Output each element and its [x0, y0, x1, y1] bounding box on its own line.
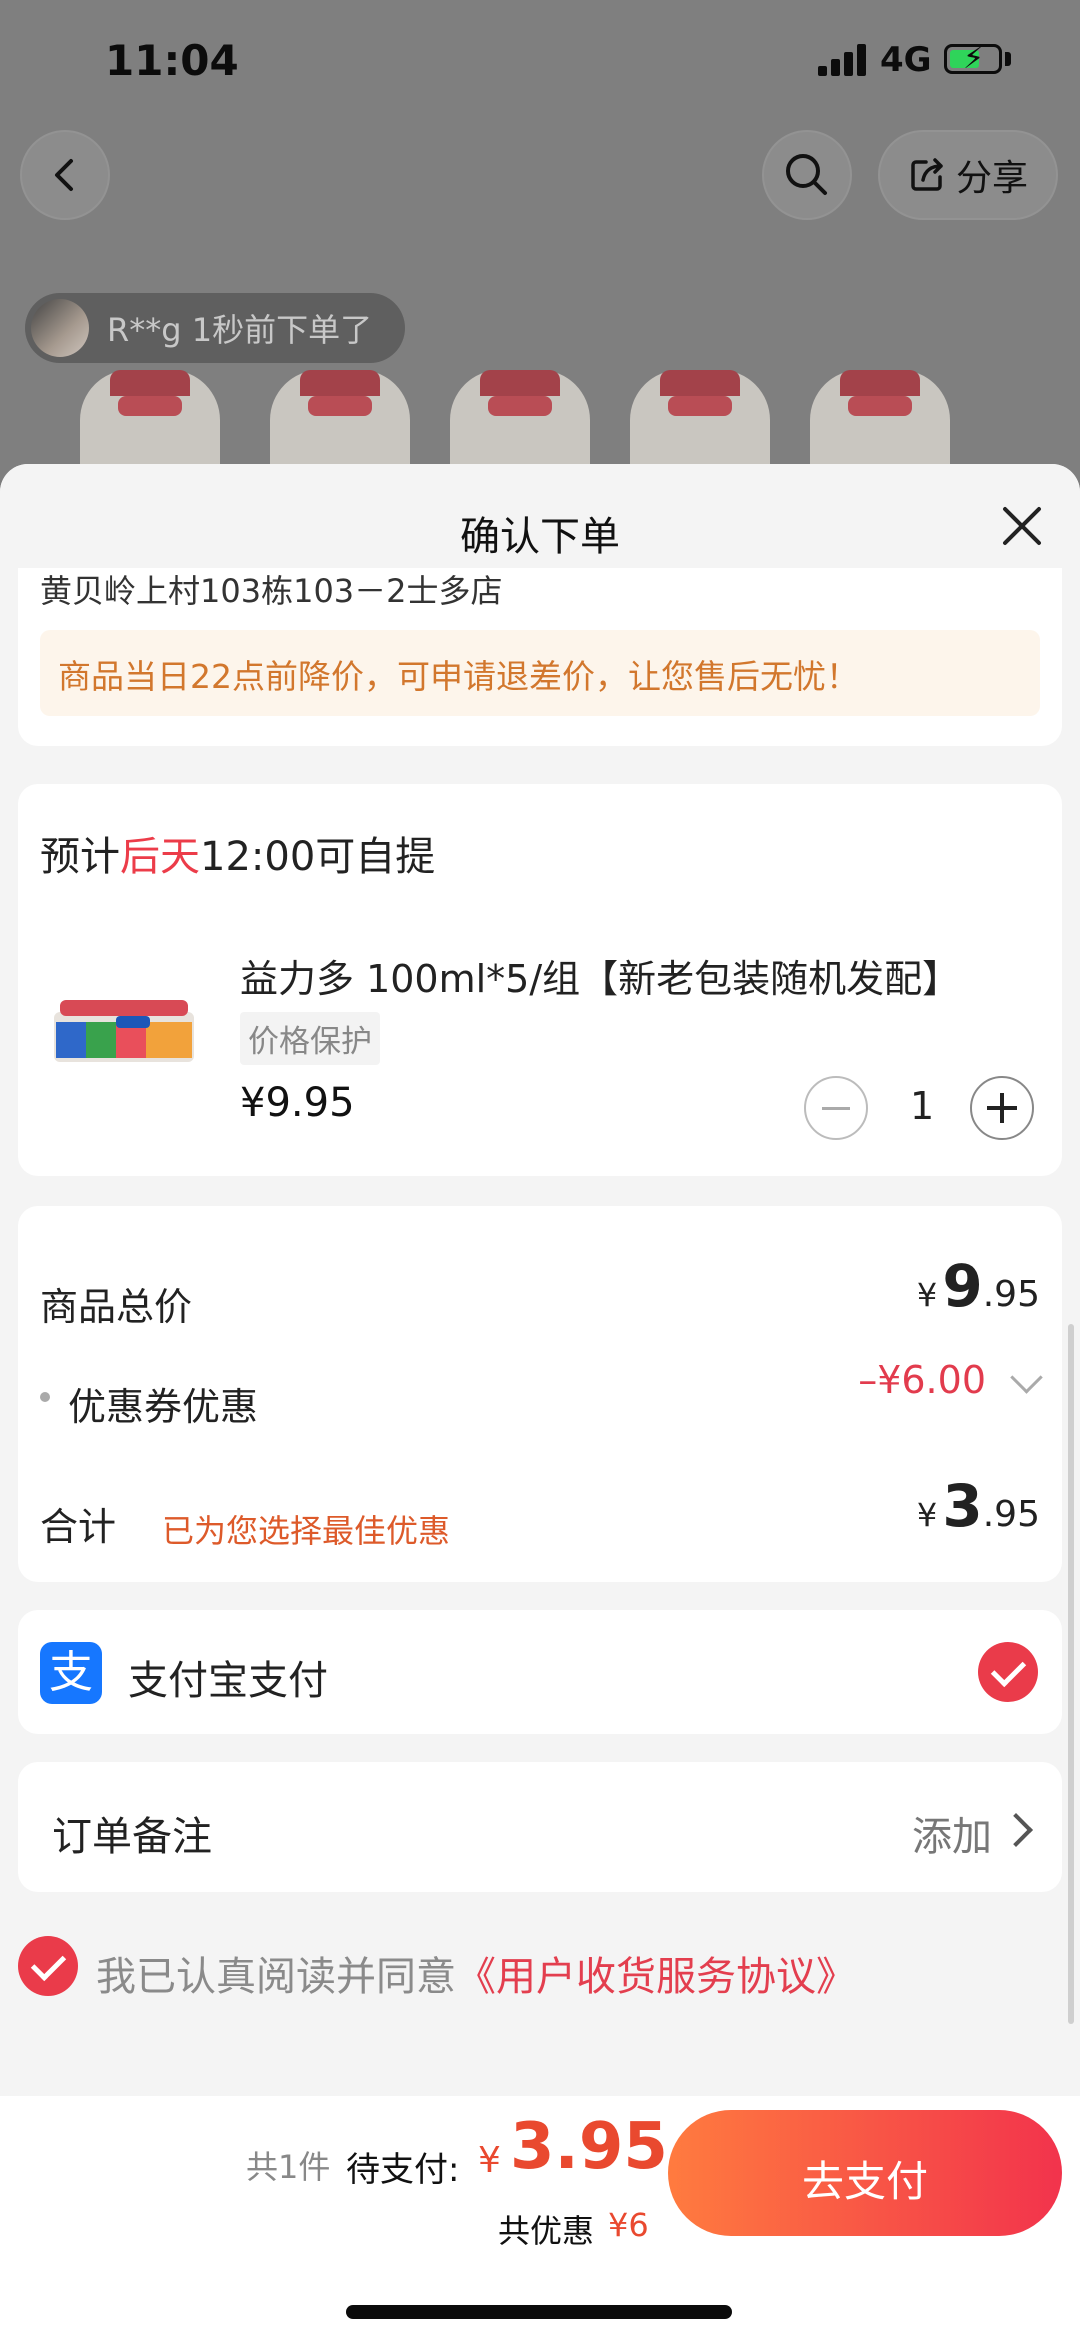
payment-label: 支付宝支付 — [128, 1658, 328, 1704]
share-icon — [911, 158, 943, 191]
status-time: 11:04 — [105, 36, 239, 85]
notice-text: 商品当日22点前降价，可申请退差价，让您售后无忧！ — [58, 657, 859, 696]
chevron-down-icon[interactable] — [1010, 1361, 1043, 1394]
home-indicator[interactable] — [346, 2305, 732, 2319]
agreement-checkbox[interactable] — [18, 1936, 78, 1996]
subtotal-label: 商品总价 — [40, 1285, 193, 1329]
background-product-page: 11:04 4G ⚡ 分享 R**g 1秒前下单了 — [0, 0, 1080, 480]
item-count: 共1件 — [246, 2148, 331, 2186]
total-saved-amount: ¥6 — [608, 2206, 649, 2244]
order-item-card: 预计后天12:00可自提 益力多 100ml*5/组【新老包装随机发配】 价格保… — [18, 784, 1062, 1176]
total-value: ¥ 3.95 — [916, 1472, 1040, 1540]
alipay-icon: 支 — [40, 1642, 102, 1704]
back-icon — [55, 159, 73, 191]
coupon-value[interactable]: –¥6.00 — [858, 1358, 986, 1402]
product-thumbnail — [54, 1000, 194, 1062]
confirm-order-sheet: 确认下单 黄贝岭上村103栋103－2士多店 商品当日22点前降价，可申请退差价… — [0, 464, 1080, 2337]
pickup-address: 黄贝岭上村103栋103－2士多店 — [40, 572, 503, 610]
quantity-increase-button[interactable] — [970, 1076, 1034, 1140]
order-remark-row[interactable]: 订单备注 添加 — [18, 1762, 1062, 1892]
pickup-time: 预计后天12:00可自提 — [40, 834, 436, 880]
network-label: 4G — [880, 40, 932, 80]
avatar — [31, 299, 89, 357]
payment-method-alipay[interactable]: 支 支付宝支付 — [18, 1610, 1062, 1734]
pay-button[interactable]: 去支付 — [668, 2110, 1062, 2236]
agreement-link[interactable]: 《用户收货服务协议》 — [456, 1954, 856, 2000]
product-price: ¥9.95 — [240, 1080, 355, 1126]
share-label: 分享 — [955, 158, 1028, 199]
share-button[interactable]: 分享 — [878, 130, 1058, 220]
selected-check-icon[interactable] — [978, 1642, 1038, 1702]
signal-icon — [818, 44, 870, 76]
amount-due-currency: ¥ — [478, 2140, 501, 2181]
back-button[interactable] — [20, 130, 110, 220]
close-icon[interactable] — [994, 498, 1050, 554]
price-protection-notice: 商品当日22点前降价，可申请退差价，让您售后无忧！ — [40, 630, 1040, 716]
best-discount-note: 已为您选择最佳优惠 — [162, 1512, 451, 1550]
coupon-label: 优惠券优惠 — [68, 1385, 259, 1429]
status-bar: 11:04 4G ⚡ — [0, 0, 1080, 120]
chevron-right-icon — [999, 1813, 1033, 1847]
search-icon — [786, 154, 827, 195]
agreement-text: 我已认真阅读并同意《用户收货服务协议》 — [96, 1954, 856, 2000]
total-saved-label: 共优惠 — [498, 2212, 595, 2250]
product-name[interactable]: 益力多 100ml*5/组【新老包装随机发配】 — [240, 948, 960, 1003]
product-image — [0, 350, 1080, 480]
battery-icon: ⚡ — [944, 41, 1002, 76]
sheet-title: 确认下单 — [460, 514, 620, 560]
sheet-header: 确认下单 — [0, 464, 1080, 568]
price-summary-card: 商品总价 ¥ 9.95 优惠券优惠 –¥6.00 合计 已为您选择最佳优惠 ¥ … — [18, 1206, 1062, 1582]
pickup-day-highlight: 后天 — [120, 834, 200, 880]
pay-button-label: 去支付 — [801, 2157, 928, 2206]
quantity-decrease-button[interactable] — [804, 1076, 868, 1140]
checkout-footer: 共1件 待支付: ¥ 3.95 共优惠 ¥6 去支付 — [0, 2096, 1080, 2337]
remark-add-link[interactable]: 添加 — [912, 1804, 992, 1862]
quantity-value: 1 — [910, 1084, 935, 1128]
price-protection-tag: 价格保护 — [240, 1012, 380, 1065]
amount-due: 3.95 — [510, 2110, 668, 2184]
amount-due-label: 待支付: — [346, 2150, 460, 2190]
recent-buyer-text: R**g 1秒前下单了 — [107, 311, 373, 349]
agreement-row: 我已认真阅读并同意《用户收货服务协议》 — [18, 1932, 1062, 2002]
scrollbar[interactable] — [1068, 1324, 1074, 2024]
total-label: 合计 — [40, 1505, 117, 1549]
remark-label: 订单备注 — [52, 1814, 212, 1860]
subtotal-value: ¥ 9.95 — [916, 1252, 1040, 1320]
search-button[interactable] — [762, 130, 852, 220]
